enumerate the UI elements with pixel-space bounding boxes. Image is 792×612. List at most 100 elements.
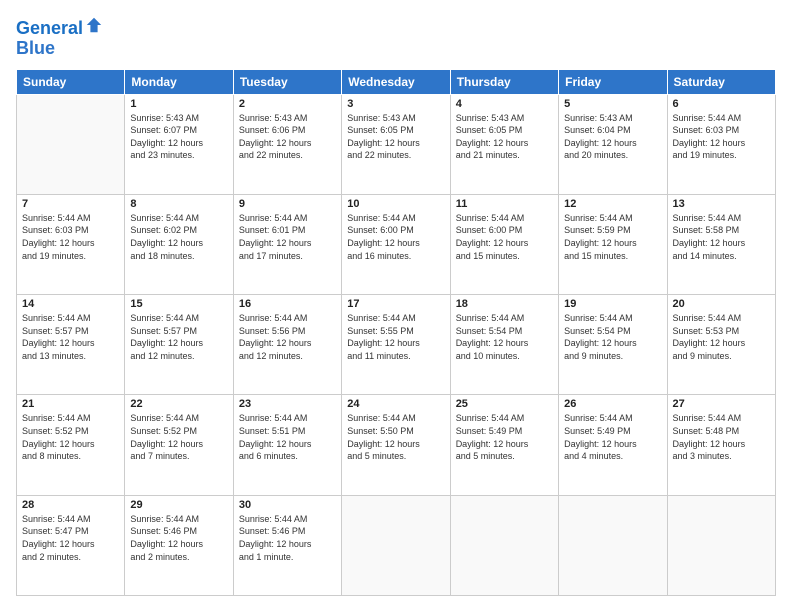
calendar-header: SundayMondayTuesdayWednesdayThursdayFrid… — [17, 69, 776, 94]
day-info: Sunrise: 5:44 AM Sunset: 5:49 PM Dayligh… — [564, 412, 661, 462]
weekday-header-monday: Monday — [125, 69, 233, 94]
day-number: 19 — [564, 298, 661, 310]
day-number: 7 — [22, 198, 119, 210]
day-number: 6 — [673, 98, 770, 110]
logo-text: General Blue — [16, 16, 103, 59]
calendar-cell: 25 Sunrise: 5:44 AM Sunset: 5:49 PM Dayli… — [450, 395, 558, 495]
day-info: Sunrise: 5:44 AM Sunset: 5:57 PM Dayligh… — [130, 312, 227, 362]
calendar-cell: 3 Sunrise: 5:43 AM Sunset: 6:05 PM Daylig… — [342, 94, 450, 194]
day-number: 2 — [239, 98, 336, 110]
day-number: 29 — [130, 499, 227, 511]
calendar-cell: 29 Sunrise: 5:44 AM Sunset: 5:46 PM Dayli… — [125, 495, 233, 595]
day-number: 16 — [239, 298, 336, 310]
day-info: Sunrise: 5:44 AM Sunset: 6:03 PM Dayligh… — [673, 112, 770, 162]
calendar-cell: 17Sunrise: 5:44 AM Sunset: 5:55 PM Dayli… — [342, 295, 450, 395]
day-number: 11 — [456, 198, 553, 210]
day-info: Sunrise: 5:44 AM Sunset: 5:48 PM Dayligh… — [673, 412, 770, 462]
calendar-cell: 5 Sunrise: 5:43 AM Sunset: 6:04 PM Daylig… — [559, 94, 667, 194]
day-info: Sunrise: 5:44 AM Sunset: 5:50 PM Dayligh… — [347, 412, 444, 462]
calendar-cell: 22 Sunrise: 5:44 AM Sunset: 5:52 PM Dayli… — [125, 395, 233, 495]
day-info: Sunrise: 5:43 AM Sunset: 6:07 PM Dayligh… — [130, 112, 227, 162]
calendar-cell: 23Sunrise: 5:44 AM Sunset: 5:51 PM Dayli… — [233, 395, 341, 495]
day-number: 1 — [130, 98, 227, 110]
day-number: 30 — [239, 499, 336, 511]
calendar-week-row: 7 Sunrise: 5:44 AM Sunset: 6:03 PM Daylig… — [17, 194, 776, 294]
calendar-cell: 27Sunrise: 5:44 AM Sunset: 5:48 PM Dayli… — [667, 395, 775, 495]
day-info: Sunrise: 5:44 AM Sunset: 6:03 PM Dayligh… — [22, 212, 119, 262]
day-info: Sunrise: 5:44 AM Sunset: 5:59 PM Dayligh… — [564, 212, 661, 262]
day-number: 25 — [456, 398, 553, 410]
weekday-header-wednesday: Wednesday — [342, 69, 450, 94]
calendar-cell: 21 Sunrise: 5:44 AM Sunset: 5:52 PM Dayli… — [17, 395, 125, 495]
header: General Blue — [16, 16, 776, 59]
logo: General Blue — [16, 16, 103, 59]
calendar-cell — [450, 495, 558, 595]
calendar-week-row: 21 Sunrise: 5:44 AM Sunset: 5:52 PM Dayli… — [17, 395, 776, 495]
calendar-cell — [17, 94, 125, 194]
calendar-cell: 24 Sunrise: 5:44 AM Sunset: 5:50 PM Dayli… — [342, 395, 450, 495]
weekday-row: SundayMondayTuesdayWednesdayThursdayFrid… — [17, 69, 776, 94]
day-info: Sunrise: 5:44 AM Sunset: 5:54 PM Dayligh… — [564, 312, 661, 362]
weekday-header-sunday: Sunday — [17, 69, 125, 94]
calendar-cell: 28 Sunrise: 5:44 AM Sunset: 5:47 PM Dayli… — [17, 495, 125, 595]
day-info: Sunrise: 5:44 AM Sunset: 6:02 PM Dayligh… — [130, 212, 227, 262]
calendar-cell: 26 Sunrise: 5:44 AM Sunset: 5:49 PM Dayli… — [559, 395, 667, 495]
calendar-week-row: 14Sunrise: 5:44 AM Sunset: 5:57 PM Dayli… — [17, 295, 776, 395]
day-number: 12 — [564, 198, 661, 210]
day-info: Sunrise: 5:43 AM Sunset: 6:06 PM Dayligh… — [239, 112, 336, 162]
day-number: 3 — [347, 98, 444, 110]
day-number: 5 — [564, 98, 661, 110]
calendar-cell: 7 Sunrise: 5:44 AM Sunset: 6:03 PM Daylig… — [17, 194, 125, 294]
day-number: 24 — [347, 398, 444, 410]
calendar-cell: 2 Sunrise: 5:43 AM Sunset: 6:06 PM Daylig… — [233, 94, 341, 194]
calendar-cell: 4 Sunrise: 5:43 AM Sunset: 6:05 PM Daylig… — [450, 94, 558, 194]
calendar-week-row: 1 Sunrise: 5:43 AM Sunset: 6:07 PM Daylig… — [17, 94, 776, 194]
day-number: 13 — [673, 198, 770, 210]
calendar-body: 1 Sunrise: 5:43 AM Sunset: 6:07 PM Daylig… — [17, 94, 776, 595]
day-info: Sunrise: 5:44 AM Sunset: 5:55 PM Dayligh… — [347, 312, 444, 362]
calendar-cell: 6 Sunrise: 5:44 AM Sunset: 6:03 PM Daylig… — [667, 94, 775, 194]
day-number: 9 — [239, 198, 336, 210]
weekday-header-thursday: Thursday — [450, 69, 558, 94]
calendar-cell: 16 Sunrise: 5:44 AM Sunset: 5:56 PM Dayli… — [233, 295, 341, 395]
calendar-cell: 14Sunrise: 5:44 AM Sunset: 5:57 PM Dayli… — [17, 295, 125, 395]
day-info: Sunrise: 5:44 AM Sunset: 5:47 PM Dayligh… — [22, 513, 119, 563]
calendar-cell: 15 Sunrise: 5:44 AM Sunset: 5:57 PM Dayli… — [125, 295, 233, 395]
day-number: 21 — [22, 398, 119, 410]
day-info: Sunrise: 5:44 AM Sunset: 5:53 PM Dayligh… — [673, 312, 770, 362]
day-number: 4 — [456, 98, 553, 110]
calendar-cell: 1 Sunrise: 5:43 AM Sunset: 6:07 PM Daylig… — [125, 94, 233, 194]
page: General Blue SundayMondayTuesdayWednesda… — [0, 0, 792, 612]
day-number: 26 — [564, 398, 661, 410]
day-info: Sunrise: 5:44 AM Sunset: 6:00 PM Dayligh… — [456, 212, 553, 262]
day-number: 23 — [239, 398, 336, 410]
logo-icon — [85, 16, 103, 34]
calendar-cell — [559, 495, 667, 595]
day-number: 28 — [22, 499, 119, 511]
day-info: Sunrise: 5:43 AM Sunset: 6:05 PM Dayligh… — [347, 112, 444, 162]
day-info: Sunrise: 5:43 AM Sunset: 6:04 PM Dayligh… — [564, 112, 661, 162]
day-number: 22 — [130, 398, 227, 410]
day-info: Sunrise: 5:44 AM Sunset: 6:01 PM Dayligh… — [239, 212, 336, 262]
day-number: 15 — [130, 298, 227, 310]
weekday-header-saturday: Saturday — [667, 69, 775, 94]
calendar-cell: 9 Sunrise: 5:44 AM Sunset: 6:01 PM Daylig… — [233, 194, 341, 294]
day-info: Sunrise: 5:44 AM Sunset: 5:46 PM Dayligh… — [239, 513, 336, 563]
calendar-table: SundayMondayTuesdayWednesdayThursdayFrid… — [16, 69, 776, 596]
calendar-cell: 13 Sunrise: 5:44 AM Sunset: 5:58 PM Dayli… — [667, 194, 775, 294]
calendar-cell: 18Sunrise: 5:44 AM Sunset: 5:54 PM Dayli… — [450, 295, 558, 395]
calendar-cell: 30 Sunrise: 5:44 AM Sunset: 5:46 PM Dayli… — [233, 495, 341, 595]
day-info: Sunrise: 5:43 AM Sunset: 6:05 PM Dayligh… — [456, 112, 553, 162]
day-info: Sunrise: 5:44 AM Sunset: 5:57 PM Dayligh… — [22, 312, 119, 362]
day-info: Sunrise: 5:44 AM Sunset: 5:52 PM Dayligh… — [130, 412, 227, 462]
calendar-cell — [667, 495, 775, 595]
day-info: Sunrise: 5:44 AM Sunset: 5:49 PM Dayligh… — [456, 412, 553, 462]
calendar-cell: 20Sunrise: 5:44 AM Sunset: 5:53 PM Dayli… — [667, 295, 775, 395]
day-info: Sunrise: 5:44 AM Sunset: 5:52 PM Dayligh… — [22, 412, 119, 462]
day-info: Sunrise: 5:44 AM Sunset: 5:46 PM Dayligh… — [130, 513, 227, 563]
weekday-header-tuesday: Tuesday — [233, 69, 341, 94]
day-info: Sunrise: 5:44 AM Sunset: 5:56 PM Dayligh… — [239, 312, 336, 362]
calendar-cell: 19 Sunrise: 5:44 AM Sunset: 5:54 PM Dayli… — [559, 295, 667, 395]
day-info: Sunrise: 5:44 AM Sunset: 5:58 PM Dayligh… — [673, 212, 770, 262]
day-info: Sunrise: 5:44 AM Sunset: 5:54 PM Dayligh… — [456, 312, 553, 362]
